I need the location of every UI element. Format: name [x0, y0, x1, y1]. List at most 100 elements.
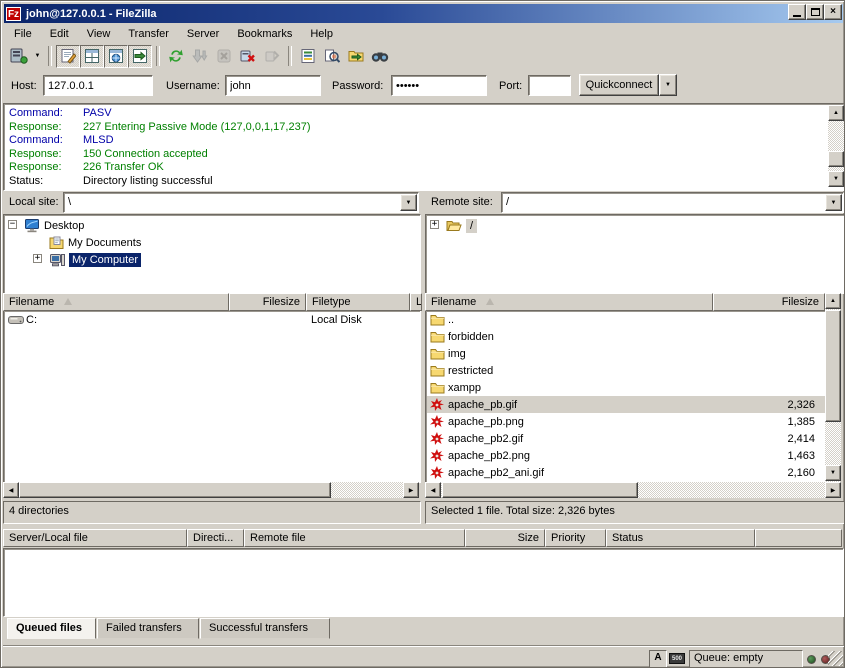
column-header-label: Server/Local file — [9, 532, 88, 544]
password-input[interactable] — [391, 75, 487, 96]
local-hscroll-thumb[interactable] — [19, 482, 331, 498]
column-header-filetype[interactable]: Filetype — [306, 293, 410, 311]
filter-icon — [300, 48, 316, 64]
find-button[interactable] — [368, 45, 392, 68]
column-header-filename[interactable]: Filename — [425, 293, 713, 311]
toggle-queue-button[interactable] — [128, 45, 152, 68]
host-input[interactable] — [43, 75, 153, 96]
file-row-apache-pb2-png[interactable]: apache_pb2.png1,463 — [427, 447, 827, 464]
process-queue-button[interactable] — [188, 45, 212, 68]
port-input[interactable] — [528, 75, 571, 96]
host-label: Host: — [11, 80, 37, 92]
file-name: apache_pb.png — [448, 416, 524, 428]
local-tree: −DesktopMy Documents + My Computer — [3, 214, 421, 294]
sync-browsing-button[interactable] — [344, 45, 368, 68]
file-row-restricted[interactable]: restricted — [427, 362, 827, 379]
column-header-filesize[interactable]: Filesize — [229, 293, 306, 311]
tree-item-my-computer[interactable]: My Computer — [49, 251, 141, 268]
menu-bookmarks[interactable]: Bookmarks — [228, 26, 301, 42]
site-manager-dropdown[interactable]: ▼ — [31, 45, 44, 68]
toggle-local-tree-button[interactable] — [80, 45, 104, 68]
tab-queued-files[interactable]: Queued files — [7, 618, 96, 639]
data-type-icon[interactable]: A — [649, 650, 667, 668]
tree-item-desktop[interactable]: Desktop — [24, 217, 84, 234]
compare-button[interactable] — [320, 45, 344, 68]
log-line-label: Response: — [9, 121, 83, 135]
file-row-apache-pb2-ani-gif[interactable]: apache_pb2_ani.gif2,160 — [427, 464, 827, 481]
disconnect-button[interactable] — [236, 45, 260, 68]
log-scroll-up[interactable]: ▲ — [828, 105, 844, 121]
column-header-status[interactable]: Status — [606, 529, 755, 547]
site-manager-icon — [10, 48, 28, 64]
column-header-l[interactable]: L — [410, 293, 422, 311]
column-header-directi-[interactable]: Directi... — [187, 529, 244, 547]
close-button[interactable]: × — [824, 4, 842, 20]
tree-item--[interactable]: / — [446, 217, 477, 234]
quickconnect-button[interactable]: Quickconnect — [579, 74, 659, 96]
username-input[interactable] — [225, 75, 321, 96]
log-scroll-down[interactable]: ▼ — [828, 171, 844, 187]
tree-expander-plus[interactable]: + — [33, 254, 42, 263]
menu-view[interactable]: View — [78, 26, 120, 42]
speed-limits-icon[interactable]: 500 — [669, 653, 685, 664]
log-line: Response:150 Connection accepted — [9, 148, 825, 162]
file-row-apache-pb-png[interactable]: apache_pb.png1,385 — [427, 413, 827, 430]
refresh-icon — [168, 48, 184, 64]
tree-expander-plus[interactable]: + — [430, 220, 439, 229]
resize-grip[interactable] — [828, 651, 843, 666]
column-header-remote-file[interactable]: Remote file — [244, 529, 465, 547]
file-row-xampp[interactable]: xampp — [427, 379, 827, 396]
remote-hscroll-thumb[interactable] — [442, 482, 638, 498]
toggle-remote-tree-button[interactable] — [104, 45, 128, 68]
reconnect-button[interactable] — [260, 45, 284, 68]
column-header-filename[interactable]: Filename — [3, 293, 229, 311]
remote-scroll-thumb[interactable] — [825, 310, 841, 422]
site-manager-button[interactable] — [7, 45, 31, 68]
toggle-log-button[interactable] — [56, 45, 80, 68]
column-header-server-local-file[interactable]: Server/Local file — [3, 529, 187, 547]
menu-help[interactable]: Help — [301, 26, 342, 42]
minimize-button[interactable] — [788, 4, 806, 20]
remote-hscroll-left[interactable]: ◀ — [425, 482, 441, 498]
cancel-button[interactable] — [212, 45, 236, 68]
menu-edit[interactable]: Edit — [41, 26, 78, 42]
process-queue-icon — [192, 48, 208, 64]
file-row-c-[interactable]: C:Local Disk — [5, 311, 420, 328]
remote-site-combo[interactable]: / ▼ — [501, 192, 844, 213]
filter-button[interactable] — [296, 45, 320, 68]
column-header-filler[interactable] — [755, 529, 842, 547]
menu-file[interactable]: File — [5, 26, 41, 42]
remote-hscroll-right[interactable]: ▶ — [825, 482, 841, 498]
remote-site-dropdown[interactable]: ▼ — [825, 194, 842, 211]
column-header-size[interactable]: Size — [465, 529, 545, 547]
tree-item-my-documents[interactable]: My Documents — [49, 234, 141, 251]
tree-expander-minus[interactable]: − — [8, 220, 17, 229]
maximize-button[interactable] — [806, 4, 824, 20]
file-row-img[interactable]: img — [427, 345, 827, 362]
remote-scroll-down[interactable]: ▼ — [825, 465, 841, 481]
local-hscroll-right[interactable]: ▶ — [403, 482, 419, 498]
log-line-label: Status: — [9, 175, 83, 189]
refresh-button[interactable] — [164, 45, 188, 68]
local-hscroll-left[interactable]: ◀ — [3, 482, 19, 498]
remote-scroll-up[interactable]: ▲ — [825, 293, 841, 309]
file-row-forbidden[interactable]: forbidden — [427, 328, 827, 345]
local-site-dropdown[interactable]: ▼ — [400, 194, 417, 211]
menu-transfer[interactable]: Transfer — [119, 26, 178, 42]
column-header-filesize[interactable]: Filesize — [713, 293, 825, 311]
computer-icon — [49, 253, 65, 267]
documents-icon — [49, 236, 64, 249]
file-row-apache-pb2-gif[interactable]: apache_pb2.gif2,414 — [427, 430, 827, 447]
local-site-combo[interactable]: \ ▼ — [63, 192, 419, 213]
log-scroll-thumb[interactable] — [828, 151, 844, 167]
sort-ascending-icon — [64, 298, 72, 305]
tab-failed-transfers[interactable]: Failed transfers — [97, 618, 199, 639]
tab-successful-transfers[interactable]: Successful transfers — [200, 618, 330, 639]
quickconnect-dropdown[interactable]: ▼ — [659, 74, 677, 96]
column-header-label: Priority — [551, 532, 585, 544]
column-header-priority[interactable]: Priority — [545, 529, 606, 547]
file-row-apache-pb-gif[interactable]: apache_pb.gif2,326 — [427, 396, 827, 413]
menu-server[interactable]: Server — [178, 26, 228, 42]
file-size: 2,160 — [697, 467, 815, 479]
file-row--[interactable]: .. — [427, 311, 827, 328]
